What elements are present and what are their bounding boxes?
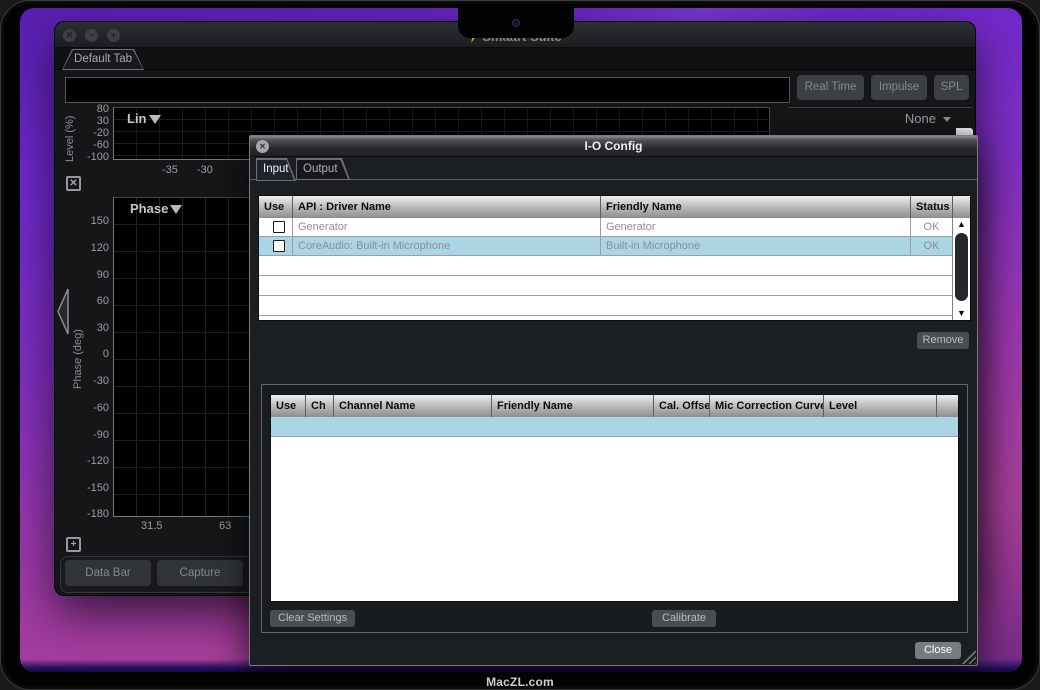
use-checkbox[interactable]	[273, 221, 285, 233]
col-friendly: Friendly Name	[600, 196, 910, 218]
phase-type-label: Phase	[130, 201, 168, 216]
col-cal-offset: Cal. Offset	[653, 395, 709, 417]
scroll-up-icon[interactable]: ▲	[957, 218, 966, 231]
table-row[interactable]: Generator Generator OK	[259, 218, 952, 237]
phase-ytick: 60	[75, 295, 109, 307]
tab-output-label: Output	[296, 158, 350, 180]
channel-panel: Use Ch Channel Name Friendly Name Cal. O…	[261, 384, 968, 633]
tab-default[interactable]: Default Tab	[62, 49, 144, 70]
level-type-dropdown[interactable]: Lin	[127, 111, 161, 126]
device-rows: Generator Generator OK CoreAudio: Built-…	[259, 218, 952, 320]
drawer-handle-arrow-icon[interactable]	[56, 288, 69, 335]
table-row-selected[interactable]: CoreAudio: Built-in Microphone Built-in …	[259, 237, 952, 256]
device-table-body: Generator Generator OK CoreAudio: Built-…	[259, 218, 970, 320]
preset-dropdown[interactable]: None	[865, 111, 951, 126]
phase-ytick: -180	[75, 508, 109, 520]
dialog-titlebar[interactable]: ✕ I-O Config	[250, 136, 977, 157]
col-channel: Channel Name	[333, 395, 491, 417]
level-ytick: -60	[75, 139, 109, 151]
camera-notch	[458, 8, 574, 38]
camera-dot-icon	[512, 19, 520, 27]
meter-strip	[65, 77, 790, 103]
level-ytick: 30	[75, 115, 109, 127]
right-panel-divider	[788, 107, 972, 108]
channel-table-header: Use Ch Channel Name Friendly Name Cal. O…	[271, 395, 958, 417]
device-table-header: Use API : Driver Name Friendly Name Stat…	[259, 196, 970, 218]
data-bar-button[interactable]: Data Bar	[65, 560, 151, 586]
col-scroll	[936, 395, 958, 417]
chevron-down-icon	[943, 117, 951, 122]
macbook-frame: ✕ − + Smaart Suite Default Tab Real Time…	[0, 0, 1040, 690]
friendly-name: Generator	[600, 218, 910, 236]
level-ytick: 80	[75, 103, 109, 115]
calibrate-button[interactable]: Calibrate	[652, 610, 716, 627]
clear-settings-button[interactable]: Clear Settings	[270, 610, 355, 627]
tab-input[interactable]: Input	[256, 158, 296, 181]
device-table-scrollbar: ▲ ▼	[952, 218, 970, 320]
tab-default-label: Default Tab	[62, 49, 144, 70]
status-value: OK	[910, 218, 952, 236]
close-pane-icon[interactable]: ✕	[66, 176, 81, 191]
dropdown-triangle-icon	[149, 115, 161, 124]
level-type-label: Lin	[127, 111, 147, 126]
level-ytick: -20	[75, 127, 109, 139]
dialog-tabbar: Input Output	[250, 157, 977, 180]
impulse-button[interactable]: Impulse	[871, 75, 927, 100]
phase-ytick: 120	[75, 242, 109, 254]
level-xtick: -35	[162, 164, 178, 176]
resize-grip[interactable]	[959, 650, 976, 664]
phase-xtick: 31.5	[141, 520, 162, 532]
level-ytick: -100	[75, 151, 109, 163]
tab-input-label: Input	[256, 158, 296, 180]
io-config-dialog: ✕ I-O Config Input Output Use	[249, 135, 978, 666]
capture-button[interactable]: Capture	[157, 560, 243, 586]
phase-type-dropdown[interactable]: Phase	[130, 201, 182, 216]
col-level: Level	[823, 395, 936, 417]
col-use: Use	[259, 196, 292, 218]
col-mic-curve: Mic Correction Curve	[709, 395, 823, 417]
col-use: Use	[271, 395, 305, 417]
phase-ytick: 90	[75, 269, 109, 281]
phase-axis-label: Phase (deg)	[72, 314, 84, 404]
scroll-down-icon[interactable]: ▼	[957, 307, 966, 320]
close-button[interactable]: Close	[915, 642, 961, 659]
col-driver: API : Driver Name	[292, 196, 600, 218]
phase-ytick: -150	[75, 482, 109, 494]
table-row-empty[interactable]	[259, 256, 952, 276]
add-pane-icon[interactable]: +	[66, 537, 81, 552]
channel-table-filler	[271, 437, 958, 601]
table-filler	[259, 316, 952, 320]
bezel-brand-text: MacZL.com	[0, 675, 1040, 689]
spl-button[interactable]: SPL	[934, 75, 969, 100]
level-xtick: -30	[197, 164, 213, 176]
scrollbar-thumb[interactable]	[955, 233, 968, 301]
preset-value: None	[905, 111, 936, 126]
friendly-name: Built-in Microphone	[600, 237, 910, 255]
status-value: OK	[910, 237, 952, 255]
phase-ytick: -90	[75, 429, 109, 441]
driver-name: CoreAudio: Built-in Microphone	[292, 237, 600, 255]
phase-xtick: 63	[219, 520, 231, 532]
col-scroll	[952, 196, 970, 218]
table-row-empty[interactable]	[259, 296, 952, 316]
remove-button[interactable]: Remove	[917, 332, 969, 349]
col-friendly: Friendly Name	[491, 395, 653, 417]
desktop-wallpaper: ✕ − + Smaart Suite Default Tab Real Time…	[20, 8, 1022, 672]
driver-name: Generator	[292, 218, 600, 236]
dialog-title: I-O Config	[250, 139, 977, 153]
tab-output[interactable]: Output	[296, 158, 350, 180]
channel-row-selected[interactable]	[271, 417, 958, 437]
workspace-tabbar: Default Tab	[55, 48, 975, 70]
real-time-button[interactable]: Real Time	[797, 75, 864, 100]
device-table: Use API : Driver Name Friendly Name Stat…	[258, 195, 971, 321]
channel-table: Use Ch Channel Name Friendly Name Cal. O…	[270, 394, 959, 602]
table-row-empty[interactable]	[259, 276, 952, 296]
phase-ytick: 150	[75, 215, 109, 227]
col-status: Status	[910, 196, 952, 218]
dropdown-triangle-icon	[170, 205, 182, 214]
col-ch: Ch	[305, 395, 333, 417]
phase-ytick: -120	[75, 455, 109, 467]
use-checkbox[interactable]	[273, 240, 285, 252]
